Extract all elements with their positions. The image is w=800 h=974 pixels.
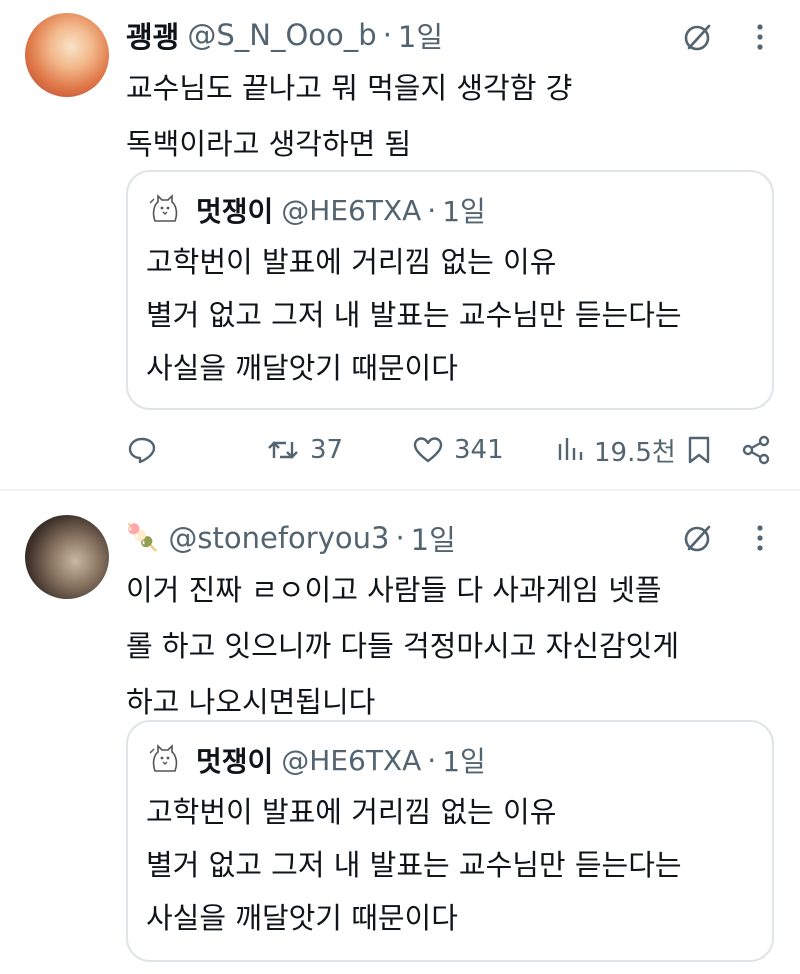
- quote-header: 멋쟁이 @HE6TXA · 1일: [146, 740, 486, 780]
- separator-dot: ·: [395, 521, 405, 555]
- quote-text-line: 별거 없고 그저 내 발표는 교수님만 듣는다는: [146, 298, 682, 332]
- grok-icon[interactable]: [682, 21, 714, 53]
- tweet[interactable]: 괭괭 @S_N_Ooo_b · 1일 교수님도 끝나고 뭐 먹을지 생각함 걍 …: [0, 0, 800, 490]
- tweet-text-line: 독백이라고 생각하면 됨: [126, 127, 412, 161]
- separator-dot: ·: [427, 193, 437, 227]
- retweet-count: 37: [310, 435, 344, 465]
- more-options-icon[interactable]: [748, 522, 772, 554]
- tweet-text-line: 교수님도 끝나고 뭐 먹을지 생각함 걍: [126, 71, 573, 105]
- quoted-tweet[interactable]: 멋쟁이 @HE6TXA · 1일 고학번이 발표에 거리낌 없는 이유 별거 없…: [126, 720, 774, 962]
- timestamp[interactable]: 1일: [411, 517, 456, 559]
- tweet-text: 교수님도 끝나고 뭐 먹을지 생각함 걍 독백이라고 생각하면 됨: [126, 60, 776, 172]
- quote-timestamp: 1일: [442, 195, 486, 228]
- avatar[interactable]: [25, 13, 109, 97]
- tweet-text: 이거 진짜 ㄹㅇ이고 사람들 다 사과게임 넷플 롤 하고 잇으니까 다들 걱정…: [126, 562, 776, 730]
- user-handle[interactable]: @stoneforyou3: [168, 521, 389, 555]
- views-button[interactable]: 19.5천: [556, 428, 676, 472]
- timestamp[interactable]: 1일: [398, 14, 443, 56]
- tweet[interactable]: 🍡 @stoneforyou3 · 1일 이거 진짜 ㄹㅇ이고 사람들 다 사과…: [0, 491, 800, 974]
- action-bar: 37 341 19.5천: [126, 428, 786, 472]
- dango-emoji-icon: 🍡: [126, 523, 159, 553]
- quote-display-name: 멋쟁이: [196, 745, 274, 778]
- quote-header: 멋쟁이 @HE6TXA · 1일: [146, 190, 486, 230]
- separator-dot: ·: [427, 743, 437, 777]
- quote-timestamp: 1일: [442, 745, 486, 778]
- quote-text-line: 별거 없고 그저 내 발표는 교수님만 듣는다는: [146, 848, 682, 882]
- reply-icon: [128, 437, 156, 464]
- quoted-tweet[interactable]: 멋쟁이 @HE6TXA · 1일 고학번이 발표에 거리낌 없는 이유 별거 없…: [126, 170, 774, 410]
- quote-handle: @HE6TXA: [281, 193, 422, 227]
- tweet-header: 🍡 @stoneforyou3 · 1일: [126, 516, 456, 560]
- share-button[interactable]: [740, 428, 782, 472]
- quote-text-line: 고학번이 발표에 거리낌 없는 이유: [146, 245, 557, 279]
- quote-display-name: 멋쟁이: [196, 195, 274, 228]
- display-name[interactable]: 괭괭: [126, 14, 179, 56]
- bookmark-button[interactable]: [686, 428, 722, 472]
- separator-dot: ·: [382, 18, 392, 52]
- views-chart-icon: [558, 438, 583, 460]
- quote-text-line: 사실을 깨달앗기 때문이다: [146, 901, 458, 935]
- quote-handle: @HE6TXA: [281, 743, 422, 777]
- reply-button[interactable]: [126, 428, 168, 472]
- view-count: 19.5천: [594, 437, 676, 468]
- like-count: 341: [454, 435, 504, 465]
- like-button[interactable]: 341: [412, 428, 504, 472]
- retweet-button[interactable]: 37: [266, 428, 343, 472]
- cat-avatar-icon: [149, 194, 178, 222]
- quote-text-line: 사실을 깨달앗기 때문이다: [146, 351, 458, 385]
- more-options-icon[interactable]: [748, 21, 772, 53]
- tweet-text-line: 롤 하고 잇으니까 다들 걱정마시고 자신감잇게: [126, 629, 680, 663]
- cat-avatar-icon: [149, 744, 178, 772]
- user-handle[interactable]: @S_N_Ooo_b: [187, 18, 376, 52]
- tweet-header: 괭괭 @S_N_Ooo_b · 1일: [126, 13, 443, 57]
- grok-icon[interactable]: [682, 522, 714, 554]
- tweet-text-line: 이거 진짜 ㄹㅇ이고 사람들 다 사과게임 넷플: [126, 573, 662, 607]
- quote-text-line: 고학번이 발표에 거리낌 없는 이유: [146, 795, 557, 829]
- quote-text: 고학번이 발표에 거리낌 없는 이유 별거 없고 그저 내 발표는 교수님만 듣…: [146, 236, 766, 395]
- avatar[interactable]: [25, 515, 109, 599]
- heart-icon: [413, 437, 443, 463]
- bookmark-icon: [688, 436, 710, 464]
- quote-text: 고학번이 발표에 거리낌 없는 이유 별거 없고 그저 내 발표는 교수님만 듣…: [146, 786, 766, 945]
- share-icon: [742, 435, 770, 465]
- retweet-icon: [268, 441, 298, 459]
